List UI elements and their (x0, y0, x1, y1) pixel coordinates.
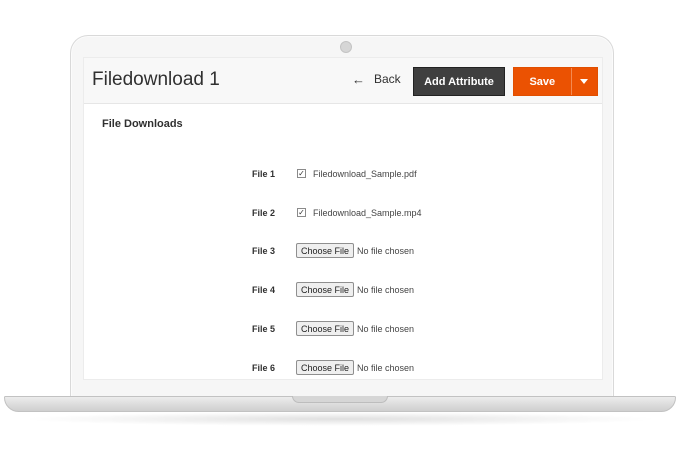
save-button-group: Save (513, 67, 598, 96)
laptop-notch (292, 396, 388, 403)
arrow-left-icon: ← (352, 71, 365, 87)
file-label: File 1 (251, 169, 275, 179)
file-name: Filedownload_Sample.pdf (313, 169, 417, 179)
back-label: Back (374, 72, 401, 86)
choose-file-button[interactable]: Choose File (296, 321, 355, 336)
choose-file-button[interactable]: Choose File (296, 243, 355, 258)
section-title: File Downloads (102, 118, 183, 130)
back-button[interactable]: ← Back (352, 72, 401, 86)
file-row: File 3 Choose File No file chosen (84, 243, 602, 263)
file-status: No file chosen (357, 363, 415, 373)
file-row: File 2 ✓ Filedownload_Sample.mp4 (84, 205, 602, 225)
file-row: File 1 ✓ Filedownload_Sample.pdf (84, 166, 602, 186)
screen: Filedownload 1 ← Back Add Attribute Save… (83, 57, 603, 380)
file-name: Filedownload_Sample.mp4 (313, 208, 422, 218)
file-checkbox[interactable]: ✓ (297, 208, 306, 217)
file-checkbox[interactable]: ✓ (297, 169, 306, 178)
page-header: Filedownload 1 ← Back Add Attribute Save (84, 58, 602, 104)
laptop-shadow (20, 412, 660, 426)
file-label: File 5 (251, 324, 275, 334)
save-button[interactable]: Save (514, 68, 571, 95)
file-label: File 3 (251, 246, 275, 256)
file-label: File 6 (251, 363, 275, 373)
file-status: No file chosen (357, 285, 415, 295)
choose-file-button[interactable]: Choose File (296, 282, 355, 297)
file-row: File 5 Choose File No file chosen (84, 321, 602, 341)
file-label: File 2 (251, 208, 275, 218)
save-options-toggle[interactable] (570, 68, 597, 95)
choose-file-button[interactable]: Choose File (296, 360, 355, 375)
file-row: File 4 Choose File No file chosen (84, 282, 602, 302)
add-attribute-button[interactable]: Add Attribute (413, 67, 505, 96)
file-label: File 4 (251, 285, 275, 295)
file-row: File 6 Choose File No file chosen (84, 360, 602, 379)
file-status: No file chosen (357, 246, 415, 256)
file-status: No file chosen (357, 324, 415, 334)
page-title: Filedownload 1 (92, 69, 220, 90)
camera-icon (340, 41, 352, 53)
caret-down-icon (580, 79, 589, 84)
